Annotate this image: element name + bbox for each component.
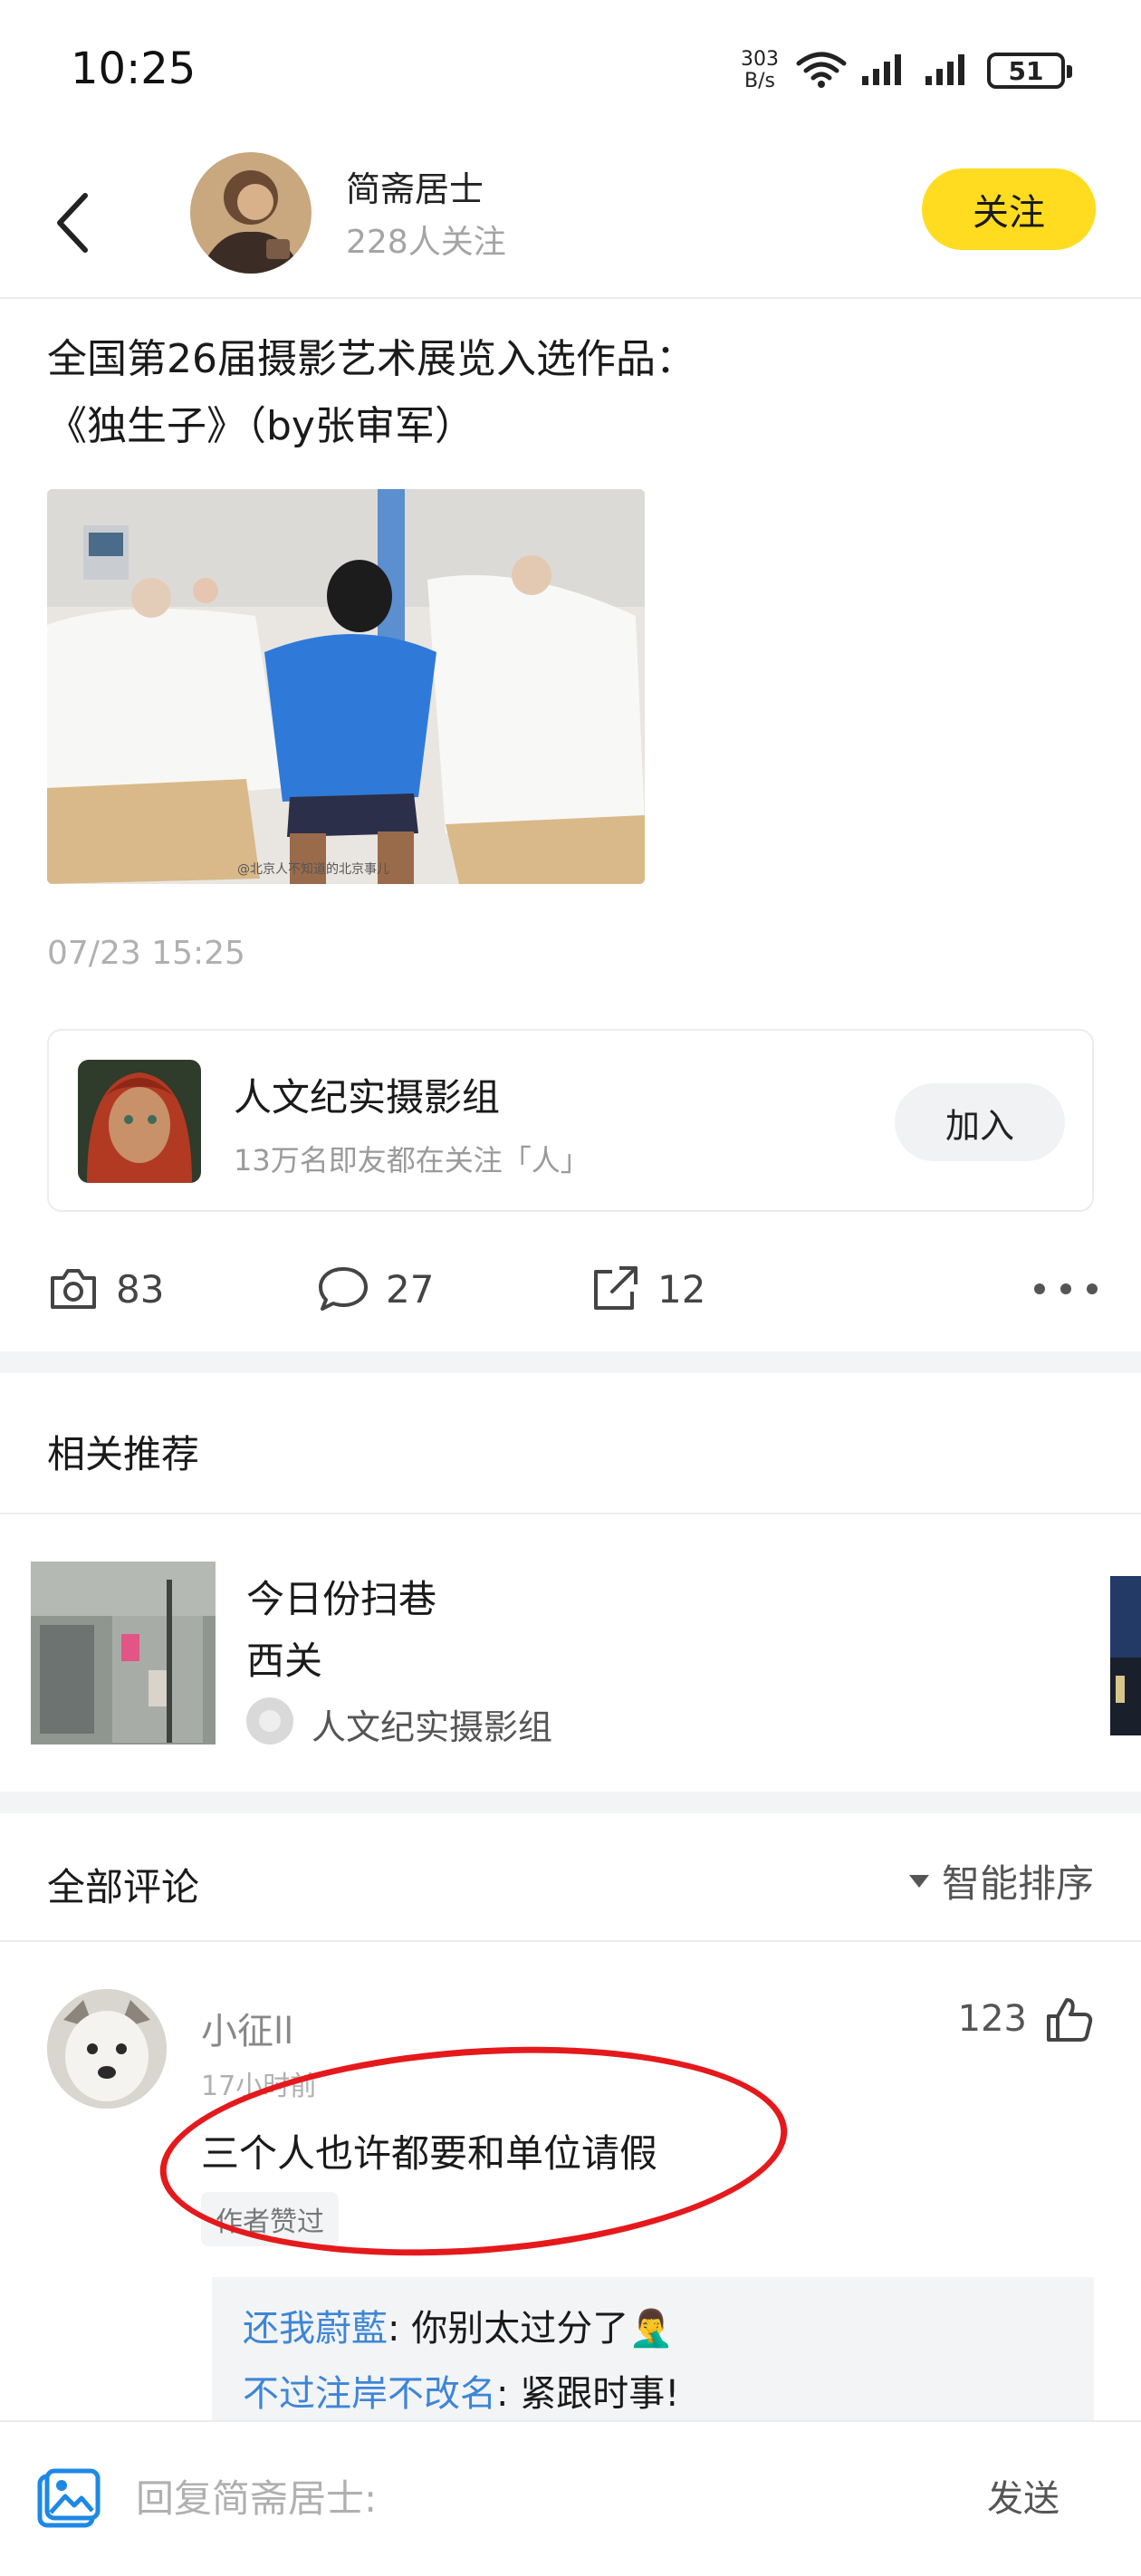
group-card[interactable]: 人文纪实摄影组 13万名即友都在关注「人」 加入 [47,1029,1094,1212]
group-name: 人文纪实摄影组 [234,1075,501,1120]
comment-count: 27 [386,1266,435,1312]
sort-toggle[interactable]: 智能排序 [908,1853,1094,1908]
battery-indicator: 51 [987,53,1072,89]
wifi-icon [795,49,848,92]
image-icon [37,2468,101,2528]
photo-watermark: @北京人不知道的北京事儿 [237,861,389,877]
author-follower-count: 228人关注 [346,224,506,261]
follow-button[interactable]: 关注 [922,168,1096,250]
chevron-left-icon [57,193,88,253]
reply-input[interactable] [136,2462,951,2534]
related-item-group: 人文纪实摄影组 [312,1707,553,1747]
signal-icon-2 [924,51,974,91]
post-timestamp: 07/23 15:25 [47,935,245,972]
camera-icon [51,1269,96,1309]
group-description: 13万名即友都在关注「人」 [234,1143,590,1177]
related-section-title: 相关推荐 [47,1432,200,1476]
post-photo[interactable]: @北京人不知道的北京事儿 [47,489,645,884]
post-action-bar: 83 27 12 [47,1248,1098,1330]
commenter-avatar[interactable] [47,1989,167,2109]
author-avatar[interactable] [190,152,312,274]
status-bar: 10:25 303 B/s 51 [0,0,1141,145]
photo-count: 83 [116,1266,165,1312]
section-divider [0,1351,1141,1373]
related-item-next-peek[interactable] [1110,1576,1141,1735]
status-time: 10:25 [71,43,197,94]
post-header: 简斋居士 228人关注 关注 [0,145,1141,299]
reply-thread[interactable]: 还我蔚藍: 你别太过分了🤦‍♂️ 不过注岸不改名: 紧跟时事! [212,2277,1094,2422]
net-speed: 303 B/s [741,48,779,92]
share-icon [594,1266,638,1310]
group-avatar [78,1060,201,1183]
comment-bubble-icon [319,1267,368,1311]
reply-item[interactable]: 还我蔚藍: 你别太过分了🤦‍♂️ [243,2299,674,2351]
insert-image-button[interactable] [34,2465,103,2534]
comments-section-title: 全部评论 [47,1865,200,1909]
share-count: 12 [657,1266,706,1312]
join-group-button[interactable]: 加入 [895,1083,1065,1161]
related-item-thumbnail[interactable] [31,1562,216,1745]
comment-like-button[interactable]: 123 [958,1994,1094,2043]
reply-author[interactable]: 还我蔚藍 [243,2308,388,2350]
post-title: 全国第26届摄影艺术展览入选作品： 《独生子》（by张审军） [47,336,695,449]
reply-composer: 发送 [0,2420,1141,2576]
thumbs-up-icon [1047,1998,1093,2042]
author-name[interactable]: 简斋居士 [346,161,484,211]
send-button[interactable]: 发送 [987,2469,1060,2522]
share-count-action[interactable]: 12 [589,1263,705,1315]
divider [0,1940,1141,1942]
reply-item[interactable]: 不过注岸不改名: 紧跟时事! [243,2364,679,2417]
commenter-name[interactable]: 小征ll [201,2002,293,2054]
related-item-subtitle[interactable]: 西关 [246,1630,322,1686]
reply-text: : 你别太过分了🤦‍♂️ [388,2308,674,2350]
group-icon [246,1697,293,1745]
reply-author[interactable]: 不过注岸不改名 [243,2373,496,2415]
comment-count-action[interactable]: 27 [317,1264,434,1314]
related-item-title[interactable]: 今日份扫巷 [246,1569,436,1624]
more-dots-icon [1034,1283,1045,1294]
section-divider [0,1792,1141,1813]
status-indicators: 303 B/s 51 [737,45,1072,96]
divider [0,1513,1141,1514]
back-button[interactable] [36,178,109,268]
signal-icon [860,51,911,91]
reply-text: : 紧跟时事! [496,2373,680,2415]
more-options-button[interactable] [1034,1274,1098,1304]
photo-count-action[interactable]: 83 [47,1265,164,1312]
caret-down-icon [908,1874,929,1888]
comment-like-count: 123 [957,1998,1027,2040]
